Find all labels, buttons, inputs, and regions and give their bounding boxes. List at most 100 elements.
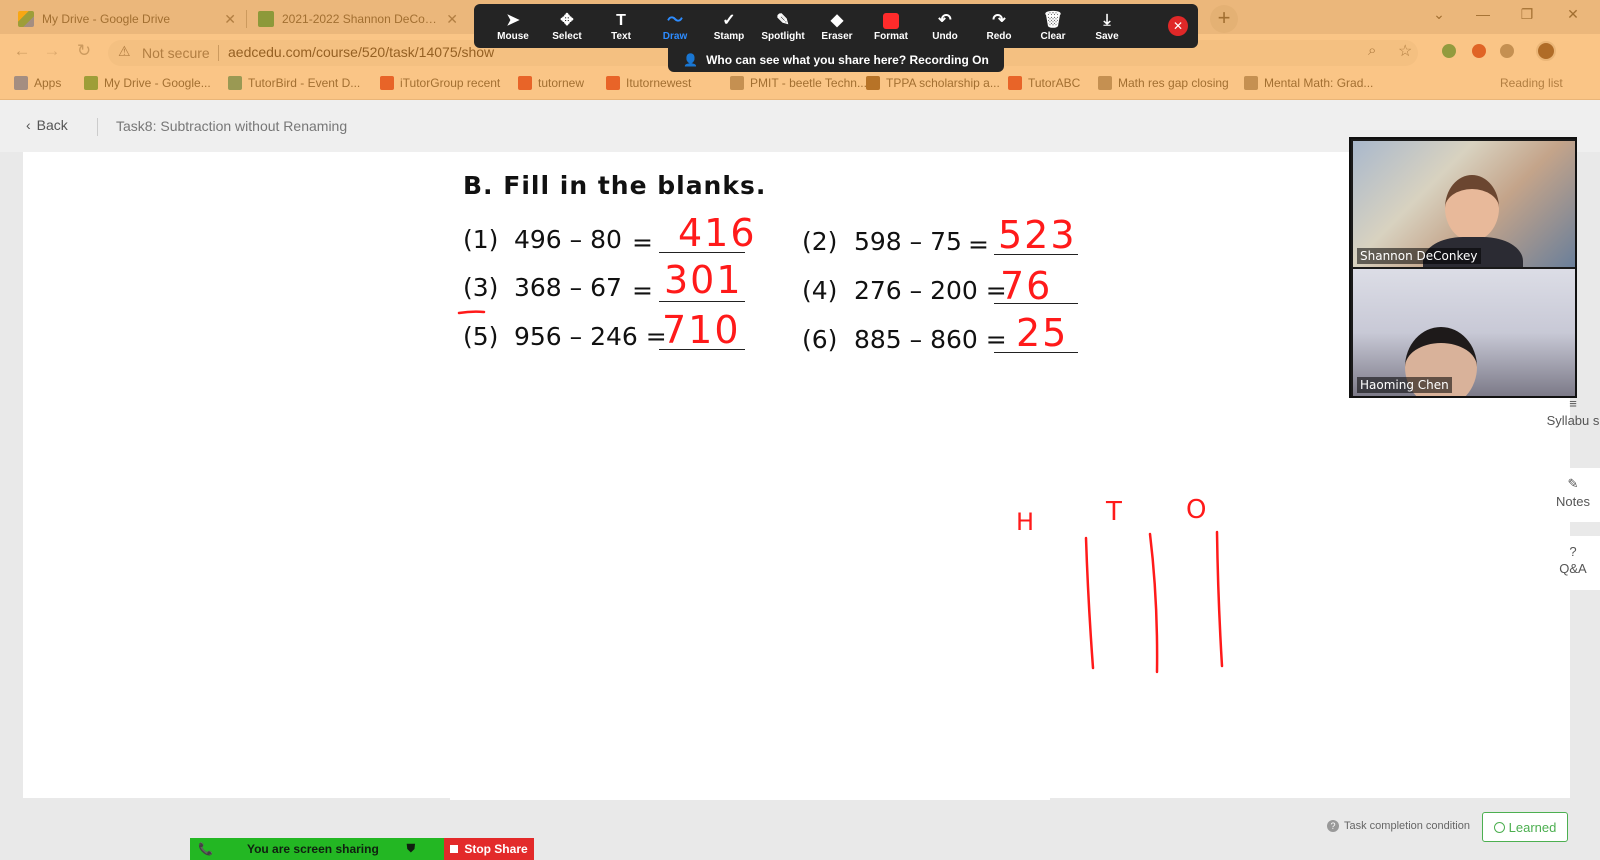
close-annotation-icon[interactable]: ✕	[1168, 16, 1188, 36]
zoom-tool-text[interactable]: T Text	[594, 11, 648, 42]
bookmark-item[interactable]: TutorABC	[1008, 76, 1080, 90]
zoom-tool-select[interactable]: ✥ Select	[540, 11, 594, 42]
worksheet-image	[450, 160, 1050, 800]
phone-icon: 📞	[198, 842, 213, 856]
draw-icon: 〜	[666, 11, 683, 29]
bookmark-label: Mental Math: Grad...	[1264, 76, 1374, 90]
close-window-button[interactable]: ✕	[1552, 0, 1594, 30]
back-arrow-icon[interactable]: ←	[10, 40, 34, 64]
equals-sign: =	[632, 276, 653, 305]
zoom-tool-undo[interactable]: ↶ Undo	[918, 11, 972, 42]
zoom-tool-save[interactable]: ⤓ Save	[1080, 11, 1134, 42]
bookmark-label: My Drive - Google...	[104, 76, 211, 90]
google-drive-icon	[84, 76, 98, 90]
video-tile[interactable]: Haoming Chen	[1353, 269, 1575, 396]
bookmark-item[interactable]: TutorBird - Event D...	[228, 76, 360, 90]
bookmark-label: iTutorGroup recent	[400, 76, 501, 90]
bookmark-item[interactable]: tutornew	[518, 76, 584, 90]
tab-my-drive[interactable]: My Drive - Google Drive ✕	[8, 4, 246, 34]
question-icon: ?	[1569, 544, 1577, 559]
extension-icon[interactable]	[1442, 44, 1456, 58]
task-condition-label: Task completion condition	[1344, 820, 1470, 832]
handwritten-answer: 416	[678, 211, 757, 255]
profile-avatar[interactable]	[1536, 41, 1556, 61]
ublock-extension-icon[interactable]	[1472, 44, 1486, 58]
zoom-tool-mouse[interactable]: ➤ Mouse	[486, 11, 540, 42]
circle-icon	[1493, 821, 1505, 833]
task-completion-condition[interactable]: ? Task completion condition	[1327, 820, 1470, 832]
zoom-tool-clear[interactable]: 🗑 Clear	[1026, 11, 1080, 42]
problem-expression: 496 – 80	[514, 225, 622, 254]
handwritten-answer: 25	[1016, 311, 1069, 355]
forward-arrow-icon[interactable]: →	[40, 40, 64, 64]
new-tab-button[interactable]: +	[1210, 5, 1238, 33]
warning-icon: ⚠	[118, 43, 131, 59]
zoom-tool-label: Eraser	[821, 30, 853, 42]
syllabus-button[interactable]: ≡ Syllabu s	[1546, 392, 1600, 454]
tab-divider	[246, 10, 247, 28]
video-tile[interactable]: Shannon DeConkey	[1353, 141, 1575, 267]
back-label: Back	[36, 117, 68, 133]
close-tab-icon[interactable]: ✕	[446, 11, 458, 28]
problem-expression: 885 – 860 =	[854, 325, 1007, 354]
globe-icon	[730, 76, 744, 90]
bookmark-item[interactable]: Math res gap closing	[1098, 76, 1229, 90]
bookmark-item[interactable]: PMIT - beetle Techn...	[730, 76, 867, 90]
reading-list-button[interactable]: Reading list	[1500, 76, 1563, 90]
tab-search-icon[interactable]: ⌄	[1418, 0, 1460, 30]
tab-sheet[interactable]: 2021-2022 Shannon DeConkey - ✕	[248, 4, 468, 34]
bookmark-item[interactable]: Apps	[14, 76, 61, 90]
recording-banner[interactable]: 👤 Who can see what you share here? Recor…	[668, 48, 1004, 72]
bookmark-item[interactable]: TPPA scholarship a...	[866, 76, 1000, 90]
bookmark-item[interactable]: iTutorGroup recent	[380, 76, 500, 90]
stamp-icon: ✓	[722, 11, 736, 29]
bookmark-item[interactable]: My Drive - Google...	[84, 76, 211, 90]
reload-icon[interactable]: ↻	[72, 40, 96, 64]
video-panel[interactable]: Shannon DeConkey Haoming Chen	[1349, 137, 1577, 398]
close-tab-icon[interactable]: ✕	[224, 11, 236, 28]
minimize-button[interactable]: —	[1462, 0, 1504, 30]
zoom-tool-draw[interactable]: 〜 Draw	[648, 11, 702, 42]
google-sheets-icon	[258, 11, 274, 27]
spotlight-icon: ✎	[776, 11, 790, 29]
apps-grid-icon	[14, 76, 28, 90]
problem-number: (4)	[802, 276, 838, 305]
zoom-tool-format[interactable]: Format	[864, 11, 918, 42]
zoom-tool-redo[interactable]: ↷ Redo	[972, 11, 1026, 42]
bookmark-item[interactable]: Mental Math: Grad...	[1244, 76, 1373, 90]
list-icon: ≡	[1569, 396, 1577, 411]
zoom-tool-label: Format	[874, 30, 908, 42]
itutor-icon	[380, 76, 394, 90]
security-label[interactable]: Not secure	[142, 45, 210, 61]
restore-button[interactable]: ❐	[1506, 0, 1548, 30]
zoom-tool-spotlight[interactable]: ✎ Spotlight	[756, 11, 810, 42]
zoom-tool-label: Undo	[932, 30, 958, 42]
zoom-tool-eraser[interactable]: ◆ Eraser	[810, 11, 864, 42]
qa-button[interactable]: ? Q&A	[1546, 536, 1600, 590]
extensions-puzzle-icon[interactable]	[1500, 44, 1514, 58]
screen-share-bar: 📞 You are screen sharing ⛊ Stop Share	[190, 838, 540, 860]
undo-icon: ↶	[938, 11, 952, 29]
problem-number: (2)	[802, 227, 838, 256]
notes-button[interactable]: ✎ Notes	[1546, 468, 1600, 522]
zoom-magnifier-icon[interactable]: ⌕	[1368, 42, 1376, 59]
learned-button[interactable]: Learned	[1482, 812, 1568, 842]
itutor-icon	[518, 76, 532, 90]
syllabus-label: Syllabu s	[1546, 413, 1600, 428]
bookmark-label: Math res gap closing	[1118, 76, 1229, 90]
share-status: 📞 You are screen sharing ⛊	[190, 838, 444, 860]
tutorbird-icon	[228, 76, 242, 90]
url-text[interactable]: aedcedu.com/course/520/task/14075/show	[228, 44, 494, 60]
itutor-icon	[1008, 76, 1022, 90]
clear-icon: 🗑	[1042, 11, 1064, 29]
participant-name: Haoming Chen	[1357, 377, 1452, 393]
zoom-tool-stamp[interactable]: ✓ Stamp	[702, 11, 756, 42]
back-button[interactable]: ‹ Back	[26, 117, 68, 133]
handwritten-answer: 710	[662, 308, 741, 352]
zoom-tool-label: Draw	[662, 30, 688, 42]
bookmark-star-icon[interactable]: ☆	[1398, 41, 1412, 61]
bookmark-label: TutorBird - Event D...	[248, 76, 361, 90]
bookmark-label: TPPA scholarship a...	[886, 76, 1000, 90]
stop-share-button[interactable]: Stop Share	[444, 838, 534, 860]
bookmark-item[interactable]: Itutornewest	[606, 76, 691, 90]
